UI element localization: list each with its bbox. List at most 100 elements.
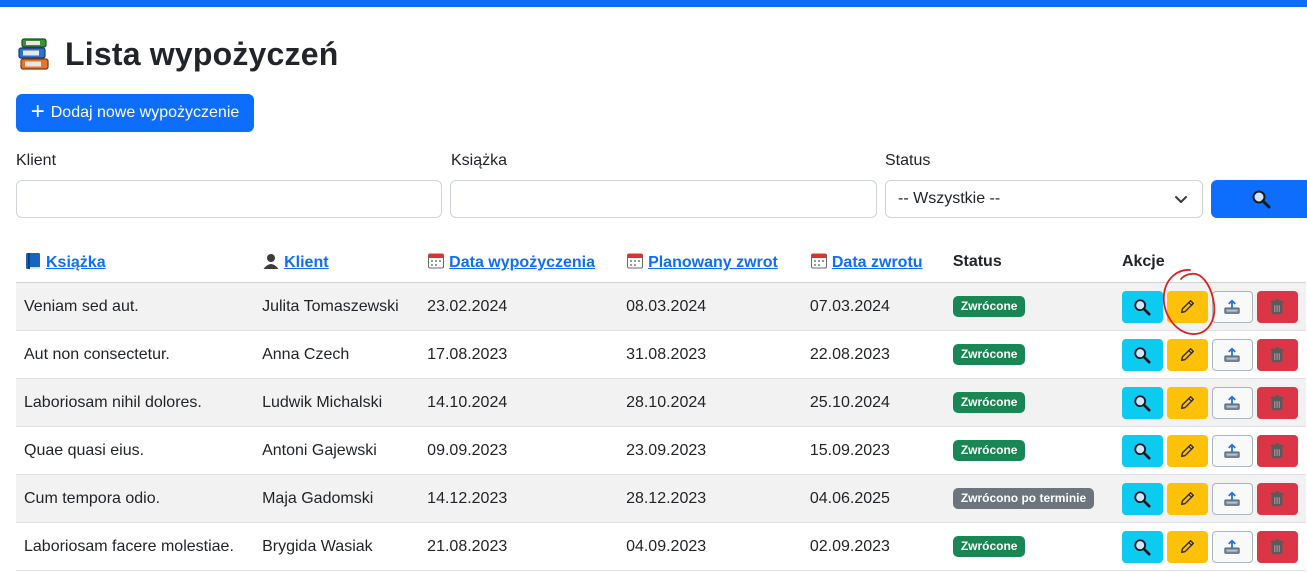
header-return-date: Data zwrotu bbox=[801, 242, 945, 283]
cell-status: Zwrócone bbox=[944, 330, 1114, 379]
table-row: Aut non consectetur. Anna Czech 17.08.2023… bbox=[16, 330, 1306, 379]
calendar-icon bbox=[810, 253, 827, 269]
magnifier-icon bbox=[1133, 346, 1151, 364]
cell-return-date: 15.09.2023 bbox=[801, 426, 945, 475]
client-filter-label: Klient bbox=[16, 152, 57, 169]
table-row: Veniam sed aut. Julita Tomaszewski 23.02.2… bbox=[16, 282, 1306, 331]
edit-button[interactable] bbox=[1166, 530, 1208, 563]
return-tray-icon bbox=[1223, 394, 1241, 412]
magnifier-icon bbox=[1133, 490, 1151, 508]
cell-book: Quae quasi eius. bbox=[16, 426, 255, 475]
plus-icon: + bbox=[30, 98, 45, 125]
trash-icon bbox=[1268, 538, 1286, 556]
cell-book: Cum tempora odio. bbox=[16, 474, 255, 523]
status-badge: Zwrócone bbox=[952, 440, 1026, 461]
view-button[interactable] bbox=[1121, 338, 1163, 371]
cell-book: Aut non consectetur. bbox=[16, 330, 255, 379]
cell-client: Antoni Gajewski bbox=[254, 426, 420, 475]
return-button[interactable] bbox=[1211, 338, 1253, 371]
cell-status: Zwrócone bbox=[944, 426, 1114, 475]
return-tray-icon bbox=[1223, 346, 1241, 364]
pencil-icon bbox=[1178, 442, 1196, 460]
delete-button[interactable] bbox=[1256, 434, 1298, 467]
edit-button[interactable] bbox=[1166, 338, 1208, 371]
view-button[interactable] bbox=[1121, 386, 1163, 419]
trash-icon bbox=[1268, 394, 1286, 412]
trash-icon bbox=[1268, 442, 1286, 460]
cell-loan-date: 09.09.2023 bbox=[419, 426, 619, 475]
edit-button[interactable] bbox=[1166, 434, 1208, 467]
cell-status: Zwrócono po terminie bbox=[944, 474, 1114, 523]
cell-loan-date: 17.08.2023 bbox=[419, 330, 619, 379]
sort-by-book-link[interactable]: Książka bbox=[46, 254, 106, 271]
edit-button[interactable] bbox=[1166, 290, 1208, 323]
action-buttons bbox=[1121, 338, 1298, 371]
cell-planned-return: 28.12.2023 bbox=[618, 474, 802, 523]
view-button[interactable] bbox=[1121, 434, 1163, 467]
edit-button[interactable] bbox=[1166, 386, 1208, 419]
return-button[interactable] bbox=[1211, 386, 1253, 419]
table-row: Cum tempora odio. Maja Gadomski 14.12.2023… bbox=[16, 474, 1306, 523]
trash-icon bbox=[1268, 298, 1286, 316]
view-button[interactable] bbox=[1121, 290, 1163, 323]
search-button[interactable] bbox=[1211, 180, 1307, 218]
return-button[interactable] bbox=[1211, 482, 1253, 515]
magnifier-icon bbox=[1133, 298, 1151, 316]
sort-by-return-date-link[interactable]: Data zwrotu bbox=[832, 254, 923, 271]
cell-loan-date: 14.10.2024 bbox=[419, 378, 619, 427]
cell-status: Zwrócone bbox=[944, 522, 1114, 571]
delete-button[interactable] bbox=[1256, 290, 1298, 323]
top-accent-bar bbox=[0, 0, 1307, 7]
books-icon bbox=[18, 38, 49, 70]
table-row: Quae quasi eius. Antoni Gajewski 09.09.202… bbox=[16, 426, 1306, 475]
book-filter-label: Książka bbox=[451, 152, 508, 169]
sort-by-loan-date-link[interactable]: Data wypożyczenia bbox=[449, 254, 595, 271]
sort-by-planned-return-link[interactable]: Planowany zwrot bbox=[648, 254, 778, 271]
delete-button[interactable] bbox=[1256, 482, 1298, 515]
status-badge: Zwrócone bbox=[952, 344, 1026, 365]
return-button[interactable] bbox=[1211, 290, 1253, 323]
book-filter-input[interactable] bbox=[450, 180, 877, 218]
return-button[interactable] bbox=[1211, 434, 1253, 467]
status-filter-select[interactable]: -- Wszystkie -- bbox=[885, 180, 1203, 218]
header-actions: Akcje bbox=[1113, 242, 1306, 283]
chevron-down-icon bbox=[1175, 196, 1187, 203]
status-badge: Zwrócone bbox=[952, 296, 1026, 317]
header-planned-return: Planowany zwrot bbox=[618, 242, 802, 283]
delete-button[interactable] bbox=[1256, 338, 1298, 371]
cell-book: Laboriosam facere molestiae. bbox=[16, 522, 255, 571]
trash-icon bbox=[1268, 490, 1286, 508]
cell-client: Julita Tomaszewski bbox=[254, 282, 420, 331]
pencil-icon bbox=[1178, 394, 1196, 412]
cell-actions bbox=[1113, 282, 1306, 331]
status-badge: Zwrócone bbox=[952, 536, 1026, 557]
action-buttons bbox=[1121, 530, 1298, 563]
pencil-icon bbox=[1178, 346, 1196, 364]
edit-button[interactable] bbox=[1166, 482, 1208, 515]
delete-button[interactable] bbox=[1256, 530, 1298, 563]
cell-return-date: 02.09.2023 bbox=[801, 522, 945, 571]
cell-status: Zwrócone bbox=[944, 378, 1114, 427]
add-loan-button[interactable]: + Dodaj nowe wypożyczenie bbox=[16, 94, 254, 132]
view-button[interactable] bbox=[1121, 530, 1163, 563]
person-icon bbox=[263, 254, 279, 269]
return-button[interactable] bbox=[1211, 530, 1253, 563]
cell-actions bbox=[1113, 426, 1306, 475]
table-row: Laboriosam nihil dolores. Ludwik Michalsk… bbox=[16, 378, 1306, 427]
pencil-icon bbox=[1178, 298, 1196, 316]
status-badge: Zwrócono po terminie bbox=[952, 488, 1095, 509]
cell-return-date: 25.10.2024 bbox=[801, 378, 945, 427]
cell-status: Zwrócone bbox=[944, 282, 1114, 331]
return-tray-icon bbox=[1223, 490, 1241, 508]
view-button[interactable] bbox=[1121, 482, 1163, 515]
loans-table: Książka Klient Data wypożyczenia Planowa… bbox=[16, 242, 1306, 571]
trash-icon bbox=[1268, 346, 1286, 364]
cell-client: Anna Czech bbox=[254, 330, 420, 379]
delete-button[interactable] bbox=[1256, 386, 1298, 419]
cell-actions bbox=[1113, 378, 1306, 427]
client-filter-input[interactable] bbox=[16, 180, 442, 218]
cell-client: Brygida Wasiak bbox=[254, 522, 420, 571]
sort-by-client-link[interactable]: Klient bbox=[284, 254, 328, 271]
cell-loan-date: 14.12.2023 bbox=[419, 474, 619, 523]
return-tray-icon bbox=[1223, 298, 1241, 316]
